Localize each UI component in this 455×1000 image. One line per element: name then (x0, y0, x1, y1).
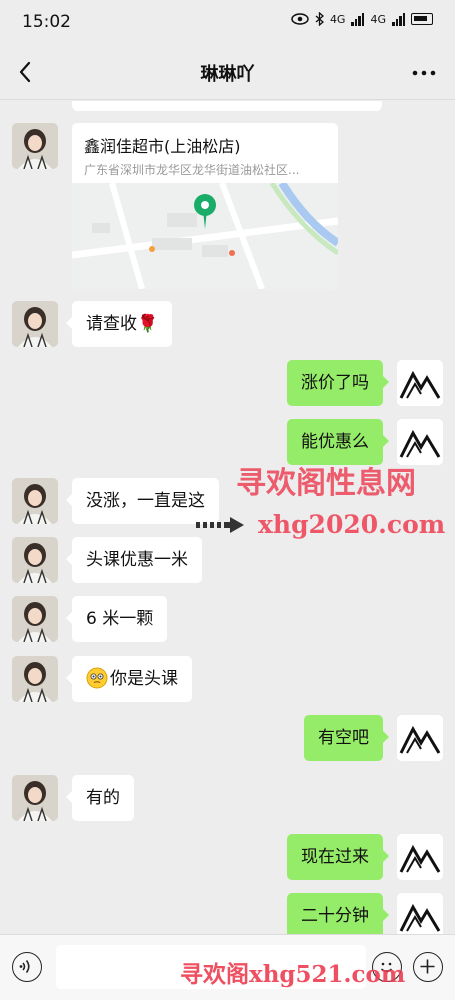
watermark-footer: 寻欢阁xhg521.com (180, 961, 406, 988)
status-bar: 15:02 4G 4G (0, 0, 455, 44)
contact-avatar[interactable] (12, 537, 58, 583)
battery-icon (411, 13, 433, 25)
received-message[interactable]: 请查收🌹 (65, 301, 173, 347)
contact-avatar[interactable] (12, 478, 58, 524)
face-icon (86, 667, 108, 689)
network-type-1: 4G (329, 12, 346, 26)
watermark-text: 寻欢阁性息网 (236, 466, 416, 501)
status-time: 15:02 (22, 12, 71, 32)
my-avatar[interactable] (397, 715, 443, 761)
signal-icon (351, 12, 365, 26)
my-avatar[interactable] (397, 834, 443, 880)
arrow-right-icon (196, 517, 244, 533)
more-options-icon[interactable] (409, 58, 439, 86)
location-address: 广东省深圳市龙华区龙华街道油松社区... (84, 163, 300, 177)
signal-icon-2 (392, 12, 405, 26)
location-card[interactable]: 鑫润佳超市(上油松店) 广东省深圳市龙华区龙华街道油松社区... (72, 123, 338, 289)
sent-message[interactable]: 二十分钟 (287, 893, 389, 934)
chat-title: 琳琳吖 (200, 64, 255, 85)
contact-avatar[interactable] (12, 301, 58, 347)
my-avatar[interactable] (397, 893, 443, 934)
more-functions-button[interactable] (413, 952, 443, 982)
sent-message[interactable]: 现在过来 (287, 834, 389, 880)
my-avatar[interactable] (397, 360, 443, 406)
voice-button[interactable] (12, 952, 42, 982)
watermark-url: xhg2020.com (258, 510, 446, 539)
eye-icon (291, 13, 309, 25)
status-icons: 4G 4G (291, 12, 433, 26)
bluetooth-icon (315, 12, 324, 26)
received-message[interactable]: 有的 (66, 775, 134, 821)
message-text: 你是头课 (110, 669, 178, 689)
contact-avatar[interactable] (12, 596, 58, 642)
contact-avatar[interactable] (12, 656, 58, 702)
location-name: 鑫润佳超市(上油松店) (84, 137, 241, 156)
chat-header: 琳琳吖 (0, 44, 455, 100)
map-preview (72, 183, 338, 289)
sent-message[interactable]: 有空吧 (304, 715, 389, 761)
contact-avatar[interactable] (12, 123, 58, 169)
contact-avatar[interactable] (12, 775, 58, 821)
network-type-2: 4G (370, 12, 386, 26)
received-message[interactable]: 6 米一颗 (65, 596, 168, 642)
voice-icon (19, 960, 30, 973)
plus-icon (420, 959, 435, 974)
received-message[interactable]: 头课优惠一米 (66, 537, 202, 583)
received-message[interactable]: 你是头课 (66, 656, 192, 702)
previous-message-bubble (72, 101, 382, 111)
sent-message[interactable]: 涨价了吗 (287, 360, 389, 406)
